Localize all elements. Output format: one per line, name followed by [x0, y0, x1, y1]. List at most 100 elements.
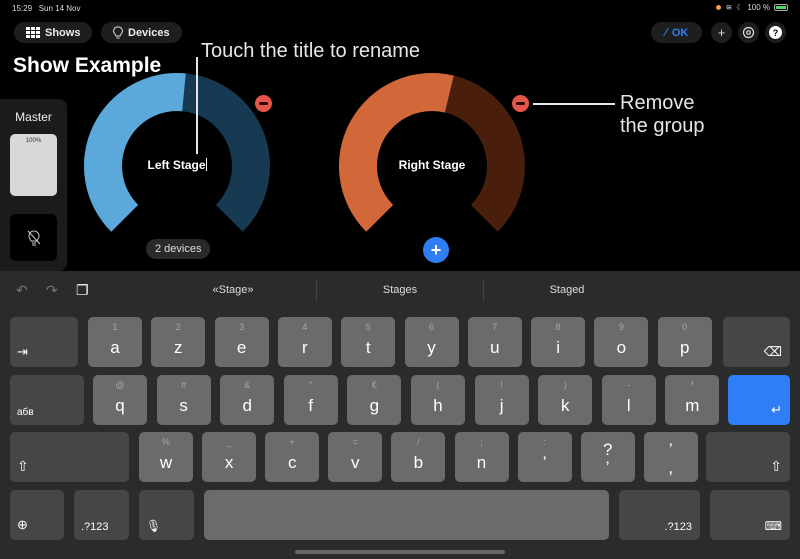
shows-button[interactable]: Shows [14, 22, 93, 43]
text-cursor [205, 158, 207, 171]
remove-group-left-stage-button[interactable] [255, 95, 272, 112]
key-label: t [365, 338, 371, 357]
key-punct-7[interactable]: ?’ [580, 432, 635, 482]
suggestion-3[interactable]: Staged [487, 284, 647, 296]
key-0[interactable]: % w [139, 432, 193, 482]
key-9[interactable]: 0p [657, 317, 712, 367]
group-name: Left Stage [147, 158, 206, 172]
undo-icon[interactable]: ↶ [16, 282, 28, 299]
key-hint: * [690, 380, 695, 390]
return-icon: ↵ [771, 402, 782, 417]
settings-button[interactable] [738, 22, 759, 43]
numbers-right-key[interactable]: .?123 [619, 490, 700, 540]
key-1[interactable]: # s [156, 375, 211, 425]
dial-fill[interactable] [339, 72, 454, 232]
key-hint: & [244, 380, 251, 390]
space-key[interactable] [204, 490, 609, 540]
key-3[interactable]: 4r [277, 317, 332, 367]
suggestion-1[interactable]: «Stage» [153, 284, 313, 296]
key-punct-6[interactable]: :’ [517, 432, 572, 482]
key-0[interactable]: 1a [88, 317, 142, 367]
backspace-key[interactable]: ⌫ [723, 317, 790, 367]
globe-key[interactable]: ⊕ [10, 490, 64, 540]
key-8[interactable]: 9o [594, 317, 649, 367]
key-1[interactable]: 2z [151, 317, 206, 367]
key-label: d [242, 396, 252, 415]
tab-key[interactable]: ⇥ [10, 317, 78, 367]
devices-count-badge[interactable]: 2 devices [146, 239, 211, 259]
group-title-left-stage[interactable]: Left Stage [107, 158, 247, 172]
remove-group-right-stage-button[interactable] [512, 95, 529, 112]
master-level-slider[interactable]: 100% [10, 134, 57, 196]
redo-icon[interactable]: ↷ [46, 282, 58, 299]
key-hint: / [417, 437, 420, 447]
key-hint: 1 [112, 322, 118, 332]
key-hint: " [309, 380, 313, 390]
ok-button[interactable]: ∕ OK [651, 22, 703, 43]
add-device-button[interactable]: + [423, 237, 449, 263]
key-2[interactable]: & d [220, 375, 275, 425]
key-3[interactable]: " f [283, 375, 338, 425]
key-label: e [236, 338, 247, 357]
key-hint: : [543, 437, 546, 447]
language-key[interactable]: абв [10, 375, 84, 425]
suggestion-2[interactable]: Stages [320, 284, 480, 296]
key-hint: 6 [428, 322, 434, 332]
battery-percent: 100 % [747, 3, 770, 12]
annotation-remove-line [533, 103, 615, 105]
return-key[interactable]: ↵ [728, 375, 790, 425]
key-label: o [616, 338, 627, 357]
add-button[interactable]: + [711, 22, 732, 43]
ok-label: OK [671, 26, 689, 39]
group-title-right-stage[interactable]: Right Stage [362, 158, 502, 172]
key-6[interactable]: 7u [467, 317, 522, 367]
key-7[interactable]: ) k [538, 375, 593, 425]
on-screen-keyboard: ↶ ↷ ❐ «Stage» Stages Staged ⇥ 1 a 2 z 3 e 4 r 5 t 6… [0, 271, 800, 559]
key-hint: ! [500, 380, 503, 390]
key-6[interactable]: ! j [474, 375, 529, 425]
key-label: c [287, 453, 297, 472]
key-punct-8[interactable]: ’, [643, 432, 698, 482]
key-hint: _ [226, 437, 232, 447]
key-4[interactable]: € g [347, 375, 402, 425]
key-4[interactable]: 5t [341, 317, 396, 367]
numbers-label: .?123 [664, 521, 692, 533]
suggestion-bar: ↶ ↷ ❐ «Stage» Stages Staged [0, 271, 800, 311]
group-name: Right Stage [398, 158, 466, 172]
paste-icon[interactable]: ❐ [76, 282, 89, 299]
shift-left-key[interactable]: ⇧ [10, 432, 129, 482]
minus-icon [259, 102, 268, 105]
key-9[interactable]: * m [665, 375, 720, 425]
key-3[interactable]: = v [328, 432, 383, 482]
help-button[interactable]: ? [765, 22, 786, 43]
numbers-left-key[interactable]: .?123 [74, 490, 129, 540]
master-blackout-button[interactable] [10, 214, 57, 261]
devices-button[interactable]: Devices [101, 22, 182, 43]
dismiss-keyboard-key[interactable]: ⌨ [710, 490, 790, 540]
key-5[interactable]: ; n [454, 432, 509, 482]
key-0[interactable]: @ q [93, 375, 147, 425]
status-bar: 15:29 Sun 14 Nov ≋ ☾ 100 % [0, 0, 800, 18]
key-5[interactable]: 6y [404, 317, 459, 367]
shift-right-key[interactable]: ⇧ [706, 432, 790, 482]
dictation-key[interactable]: 🎙︎ [139, 490, 194, 540]
dial-fill[interactable] [84, 73, 186, 232]
key-7[interactable]: 8i [531, 317, 586, 367]
minus-icon [516, 102, 525, 105]
key-8[interactable]: -l [601, 375, 656, 425]
key-2[interactable]: + c [265, 432, 320, 482]
key-4[interactable]: / b [391, 432, 446, 482]
key-1[interactable]: _ x [202, 432, 257, 482]
suggestion-divider [316, 280, 317, 301]
key-2[interactable]: 3e [214, 317, 269, 367]
master-level-text: 100% [25, 138, 42, 144]
shift-icon: ⇧ [17, 458, 29, 474]
key-hint: = [352, 437, 358, 447]
key-hint: ) [563, 380, 567, 390]
annotation-rename: Touch the title to rename [201, 40, 421, 62]
pencil-icon: ∕ [665, 26, 667, 39]
key-hint: 8 [555, 322, 561, 332]
suggestion-divider [483, 280, 484, 301]
key-5[interactable]: (h [411, 375, 465, 425]
key-label: i [556, 338, 560, 357]
